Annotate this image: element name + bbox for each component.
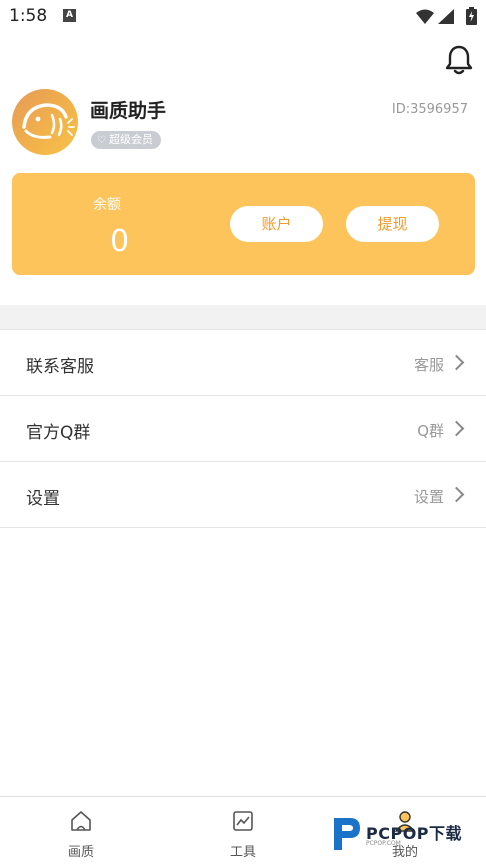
chart-icon <box>233 811 253 831</box>
bell-icon[interactable] <box>444 44 474 76</box>
signal-icon <box>438 9 454 24</box>
a-notification-icon: A <box>63 9 76 22</box>
balance-value: 0 <box>110 224 130 259</box>
nav-label: 画质 <box>67 845 94 860</box>
battery-icon <box>466 7 477 25</box>
menu-item-label: 官方Q群 <box>26 423 91 443</box>
account-button[interactable]: 账户 <box>230 206 323 242</box>
menu-item-qq-group[interactable]: 官方Q群 Q群 <box>0 396 486 462</box>
vip-badge-label: 超级会员 <box>108 133 153 146</box>
chevron-right-icon <box>448 354 465 371</box>
chevron-right-icon <box>448 420 465 437</box>
menu-item-settings[interactable]: 设置 设置 <box>0 462 486 528</box>
menu-item-value: 客服 <box>413 356 444 374</box>
menu-item-label: 联系客服 <box>26 357 94 377</box>
vip-badge: ♡ 超级会员 <box>91 131 161 149</box>
menu-item-contact-service[interactable]: 联系客服 客服 <box>0 330 486 396</box>
watermark-subtext: PCPOP.COM <box>366 840 401 847</box>
menu-item-label: 设置 <box>26 489 60 509</box>
nav-label: 工具 <box>229 845 256 860</box>
pcpop-logo-icon <box>334 818 360 850</box>
section-divider <box>0 305 486 330</box>
balance-label: 余额 <box>93 197 121 213</box>
avatar[interactable] <box>12 89 78 155</box>
watermark: PCPOP下载 PCPOP.COM <box>330 810 480 858</box>
status-time: 1:58 <box>9 6 48 26</box>
chevron-right-icon <box>448 486 465 503</box>
nav-item-home[interactable]: 画质 <box>0 797 162 865</box>
wifi-icon <box>416 9 434 24</box>
menu-item-value: Q群 <box>417 422 444 440</box>
menu-item-value: 设置 <box>413 488 444 506</box>
nav-item-tools[interactable]: 工具 <box>162 797 324 865</box>
shrimp-logo-icon <box>22 103 75 139</box>
home-icon <box>71 811 91 831</box>
user-id: ID:3596957 <box>391 102 468 117</box>
heart-icon: ♡ <box>97 135 106 146</box>
withdraw-button[interactable]: 提现 <box>346 206 439 242</box>
username: 画质助手 <box>90 100 167 122</box>
